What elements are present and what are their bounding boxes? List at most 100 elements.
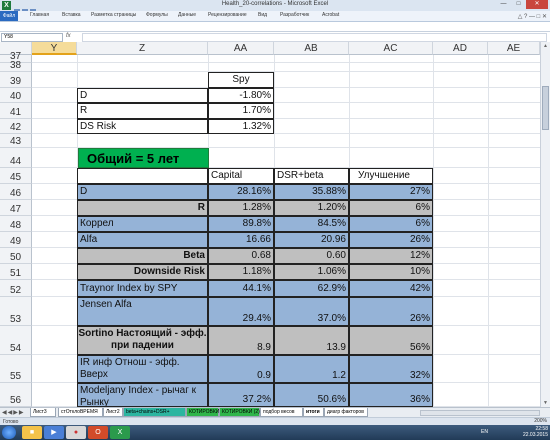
main-row-label[interactable]: Jensen Alfa [77, 297, 208, 326]
media-player-icon[interactable]: ▶ [44, 426, 64, 439]
row-header[interactable]: 55 [0, 355, 32, 383]
row-header[interactable]: 41 [0, 103, 32, 119]
main-header-improvement[interactable]: Улучшение [349, 168, 433, 184]
horizontal-scrollbar[interactable] [420, 410, 540, 416]
row-header[interactable]: 56 [0, 383, 32, 407]
row-header[interactable]: 53 [0, 297, 32, 326]
main-row-value[interactable]: 26% [349, 297, 433, 326]
spy-row-label[interactable]: DS Risk [77, 119, 208, 134]
sheet-tab[interactable]: Лист3 [30, 408, 56, 417]
tab-file[interactable]: Файл [0, 11, 18, 21]
main-row-value[interactable]: 1.20% [274, 200, 349, 216]
excel-taskbar-icon[interactable]: X [110, 426, 130, 439]
main-row-value[interactable]: 10% [349, 264, 433, 280]
row-header[interactable]: 44 [0, 148, 32, 168]
name-box[interactable]: Y58 [1, 33, 63, 42]
spy-header[interactable]: Spy [208, 72, 274, 88]
sheet-tab[interactable]: подбор весов [260, 408, 303, 417]
main-row-value[interactable]: 37.2% [208, 383, 274, 407]
main-row-label[interactable]: Downside Risk [77, 264, 208, 280]
main-table-corner[interactable] [77, 168, 208, 184]
main-row-value[interactable]: 35.88% [274, 184, 349, 200]
zoom-level[interactable]: 200% [534, 418, 547, 424]
scroll-down-icon[interactable]: ▼ [541, 399, 550, 407]
main-row-label[interactable]: Sortino Настоящий - эфф. при падении [77, 326, 208, 355]
vertical-scrollbar[interactable]: ▲ ▼ [540, 42, 550, 407]
main-row-value[interactable]: 37.0% [274, 297, 349, 326]
formula-input[interactable] [82, 33, 547, 42]
tab-home[interactable]: Главная [30, 12, 49, 18]
main-row-value[interactable]: 1.18% [208, 264, 274, 280]
row-header[interactable]: 48 [0, 216, 32, 232]
main-row-label[interactable]: Beta [77, 248, 208, 264]
spy-row-value[interactable]: 1.70% [208, 103, 274, 119]
scrollbar-thumb[interactable] [542, 86, 549, 130]
section-title[interactable]: Общий = 5 лет [78, 148, 209, 168]
row-header[interactable]: 51 [0, 264, 32, 280]
sheet-tab[interactable]: beta+chains+DSR+ [123, 408, 186, 417]
main-row-label[interactable]: D [77, 184, 208, 200]
main-row-label[interactable]: R [77, 200, 208, 216]
row-header[interactable]: 50 [0, 248, 32, 264]
main-row-label[interactable]: Traynor Index by SPY [77, 280, 208, 297]
main-row-value[interactable]: 0.68 [208, 248, 274, 264]
main-row-value[interactable]: 8.9 [208, 326, 274, 355]
main-row-value[interactable]: 26% [349, 232, 433, 248]
main-row-value[interactable]: 0.60 [274, 248, 349, 264]
language-indicator[interactable]: EN [481, 429, 488, 435]
column-header-ac[interactable]: AC [349, 42, 433, 55]
spy-row-label[interactable]: R [77, 103, 208, 119]
main-row-value[interactable]: 89.8% [208, 216, 274, 232]
row-header[interactable]: 45 [0, 168, 32, 184]
row-header[interactable]: 39 [0, 72, 32, 88]
maximize-icon[interactable]: □ [511, 0, 526, 9]
main-row-label[interactable]: IR инф Отнош - эфф. Вверх [77, 355, 208, 383]
sheet-tab[interactable]: стОтклоВРЕМЯ [58, 408, 103, 417]
row-header[interactable]: 43 [0, 134, 32, 148]
main-row-value[interactable]: 50.6% [274, 383, 349, 407]
main-row-value[interactable]: 12% [349, 248, 433, 264]
clock[interactable]: 22:58 22.03.2015 [523, 426, 548, 438]
explorer-icon[interactable]: ■ [22, 426, 42, 439]
main-row-value[interactable]: 84.5% [274, 216, 349, 232]
scroll-up-icon[interactable]: ▲ [541, 42, 550, 50]
spy-row-value[interactable]: 1.32% [208, 119, 274, 134]
main-row-value[interactable]: 20.96 [274, 232, 349, 248]
main-row-value[interactable]: 13.9 [274, 326, 349, 355]
main-row-value[interactable]: 42% [349, 280, 433, 297]
ribbon-help-icon[interactable]: △ ? — □ ✕ [518, 13, 547, 20]
main-row-value[interactable]: 32% [349, 355, 433, 383]
tab-insert[interactable]: Вставка [62, 12, 81, 18]
main-row-label[interactable]: Коррел [77, 216, 208, 232]
chrome-icon[interactable]: ● [66, 426, 86, 439]
spy-row-value[interactable]: -1.80% [208, 88, 274, 103]
minimize-icon[interactable]: — [496, 0, 511, 9]
main-row-value[interactable]: 62.9% [274, 280, 349, 297]
main-row-value[interactable]: 1.2 [274, 355, 349, 383]
main-row-value[interactable]: 1.28% [208, 200, 274, 216]
column-header-ab[interactable]: AB [274, 42, 349, 55]
main-row-label[interactable]: Alfa [77, 232, 208, 248]
row-header[interactable]: 38 [0, 60, 32, 72]
main-row-value[interactable]: 6% [349, 200, 433, 216]
main-row-value[interactable]: 36% [349, 383, 433, 407]
sheet-tab[interactable]: КОТИРОВКИ [186, 408, 219, 417]
row-header[interactable]: 49 [0, 232, 32, 248]
column-header-aa[interactable]: AA [208, 42, 274, 55]
tab-formulas[interactable]: Формулы [146, 12, 168, 18]
tab-view[interactable]: Вид [258, 12, 267, 18]
row-header[interactable]: 42 [0, 119, 32, 134]
tab-developer[interactable]: Разработчик [280, 12, 309, 18]
row-header[interactable]: 40 [0, 88, 32, 103]
main-row-value[interactable]: 56% [349, 326, 433, 355]
column-header-y[interactable]: Y [32, 42, 77, 55]
main-row-value[interactable]: 6% [349, 216, 433, 232]
main-row-value[interactable]: 0.9 [208, 355, 274, 383]
row-header[interactable]: 54 [0, 326, 32, 355]
row-header[interactable]: 47 [0, 200, 32, 216]
row-header[interactable]: 52 [0, 280, 32, 297]
sheet-tab[interactable]: диагр факторов [324, 408, 368, 417]
row-header[interactable]: 46 [0, 184, 32, 200]
sheet-nav-arrows-icon[interactable]: ◀◀▶▶ [2, 409, 24, 416]
start-button-icon[interactable] [2, 426, 16, 439]
